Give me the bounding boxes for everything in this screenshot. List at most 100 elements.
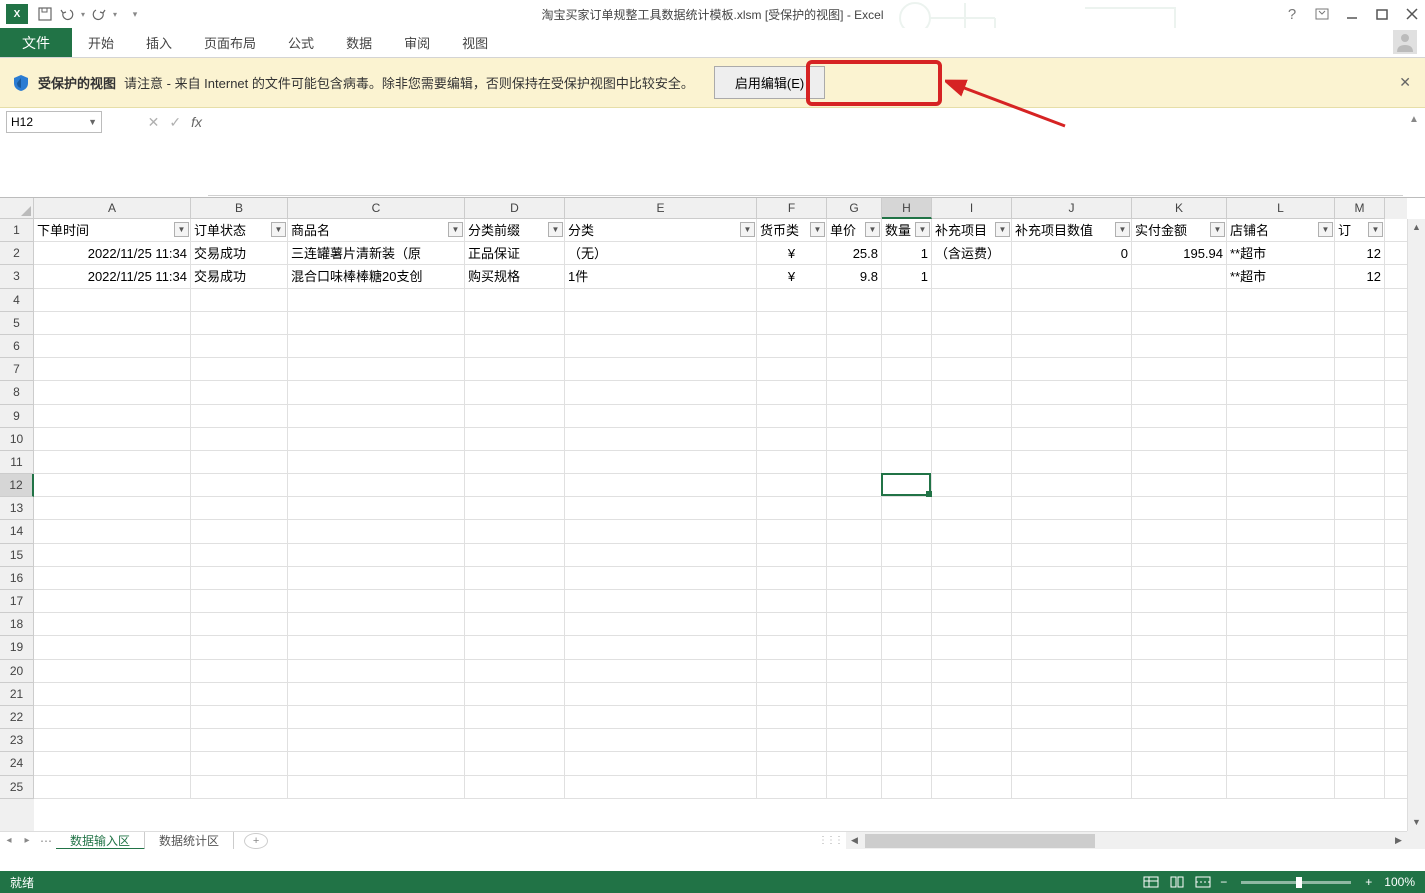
cell-K22[interactable] — [1132, 706, 1227, 729]
maximize-button[interactable] — [1369, 1, 1395, 27]
cell-B9[interactable] — [191, 405, 288, 428]
cell-G9[interactable] — [827, 405, 882, 428]
cell-M11[interactable] — [1335, 451, 1385, 474]
cell-B23[interactable] — [191, 729, 288, 752]
cell-D1[interactable]: 分类前缀▼ — [465, 219, 565, 242]
cell-A11[interactable] — [34, 451, 191, 474]
cell-B24[interactable] — [191, 752, 288, 775]
cell-C19[interactable] — [288, 636, 465, 659]
cell-I19[interactable] — [932, 636, 1012, 659]
scroll-left-icon[interactable]: ◀ — [846, 835, 863, 846]
row-header-1[interactable]: 1 — [0, 219, 34, 242]
cell-L3[interactable]: **超市 — [1227, 265, 1335, 288]
cell-F9[interactable] — [757, 405, 827, 428]
cell-C5[interactable] — [288, 312, 465, 335]
cell-D4[interactable] — [465, 289, 565, 312]
cell-D25[interactable] — [465, 776, 565, 799]
cell-E13[interactable] — [565, 497, 757, 520]
cell-K19[interactable] — [1132, 636, 1227, 659]
cell-H7[interactable] — [882, 358, 932, 381]
cell-J16[interactable] — [1012, 567, 1132, 590]
cell-F4[interactable] — [757, 289, 827, 312]
cell-B10[interactable] — [191, 428, 288, 451]
cell-C10[interactable] — [288, 428, 465, 451]
cell-G18[interactable] — [827, 613, 882, 636]
cell-B15[interactable] — [191, 544, 288, 567]
cell-G19[interactable] — [827, 636, 882, 659]
cell-E1[interactable]: 分类▼ — [565, 219, 757, 242]
qat-redo-dropdown[interactable]: ▾ — [110, 3, 120, 25]
cell-L2[interactable]: **超市 — [1227, 242, 1335, 265]
cell-H22[interactable] — [882, 706, 932, 729]
cell-M16[interactable] — [1335, 567, 1385, 590]
cell-F14[interactable] — [757, 520, 827, 543]
qat-save-button[interactable] — [34, 3, 56, 25]
cell-E15[interactable] — [565, 544, 757, 567]
cell-J11[interactable] — [1012, 451, 1132, 474]
cell-D17[interactable] — [465, 590, 565, 613]
cell-L16[interactable] — [1227, 567, 1335, 590]
cell-A4[interactable] — [34, 289, 191, 312]
cell-L5[interactable] — [1227, 312, 1335, 335]
cell-B19[interactable] — [191, 636, 288, 659]
cell-G3[interactable]: 9.8 — [827, 265, 882, 288]
cell-B1[interactable]: 订单状态▼ — [191, 219, 288, 242]
cell-C18[interactable] — [288, 613, 465, 636]
cell-E21[interactable] — [565, 683, 757, 706]
cell-C9[interactable] — [288, 405, 465, 428]
tab-page-layout[interactable]: 页面布局 — [188, 28, 272, 57]
cell-J10[interactable] — [1012, 428, 1132, 451]
cell-J21[interactable] — [1012, 683, 1132, 706]
cell-J2[interactable]: 0 — [1012, 242, 1132, 265]
cell-H14[interactable] — [882, 520, 932, 543]
col-header-E[interactable]: E — [565, 198, 757, 219]
cell-K3[interactable] — [1132, 265, 1227, 288]
cell-E10[interactable] — [565, 428, 757, 451]
cell-B2[interactable]: 交易成功 — [191, 242, 288, 265]
cell-A12[interactable] — [34, 474, 191, 497]
cell-K17[interactable] — [1132, 590, 1227, 613]
cell-M2[interactable]: 12 — [1335, 242, 1385, 265]
sheet-nav-prev-icon[interactable]: ▸ — [18, 835, 36, 846]
cell-I5[interactable] — [932, 312, 1012, 335]
cell-G16[interactable] — [827, 567, 882, 590]
cell-H8[interactable] — [882, 381, 932, 404]
tab-insert[interactable]: 插入 — [130, 28, 188, 57]
cell-C21[interactable] — [288, 683, 465, 706]
cell-C17[interactable] — [288, 590, 465, 613]
cell-I3[interactable] — [932, 265, 1012, 288]
cell-E2[interactable]: （无） — [565, 242, 757, 265]
cell-J7[interactable] — [1012, 358, 1132, 381]
cell-L11[interactable] — [1227, 451, 1335, 474]
cell-M15[interactable] — [1335, 544, 1385, 567]
cell-M4[interactable] — [1335, 289, 1385, 312]
cell-J25[interactable] — [1012, 776, 1132, 799]
protected-view-close-icon[interactable]: ✕ — [1399, 74, 1411, 91]
cell-D7[interactable] — [465, 358, 565, 381]
cell-A1[interactable]: 下单时间▼ — [34, 219, 191, 242]
row-header-10[interactable]: 10 — [0, 428, 34, 451]
cell-E18[interactable] — [565, 613, 757, 636]
cell-M17[interactable] — [1335, 590, 1385, 613]
cell-K7[interactable] — [1132, 358, 1227, 381]
cell-I21[interactable] — [932, 683, 1012, 706]
cell-A18[interactable] — [34, 613, 191, 636]
cell-F7[interactable] — [757, 358, 827, 381]
cell-K23[interactable] — [1132, 729, 1227, 752]
cell-D15[interactable] — [465, 544, 565, 567]
cell-B11[interactable] — [191, 451, 288, 474]
cell-I24[interactable] — [932, 752, 1012, 775]
filter-dropdown-icon[interactable]: ▼ — [1368, 222, 1383, 237]
cell-H25[interactable] — [882, 776, 932, 799]
filter-dropdown-icon[interactable]: ▼ — [1318, 222, 1333, 237]
cell-C15[interactable] — [288, 544, 465, 567]
tab-review[interactable]: 审阅 — [388, 28, 446, 57]
cell-D18[interactable] — [465, 613, 565, 636]
cell-L20[interactable] — [1227, 660, 1335, 683]
cell-M10[interactable] — [1335, 428, 1385, 451]
cell-C25[interactable] — [288, 776, 465, 799]
cell-E17[interactable] — [565, 590, 757, 613]
cell-E16[interactable] — [565, 567, 757, 590]
cell-L23[interactable] — [1227, 729, 1335, 752]
row-header-8[interactable]: 8 — [0, 381, 34, 404]
